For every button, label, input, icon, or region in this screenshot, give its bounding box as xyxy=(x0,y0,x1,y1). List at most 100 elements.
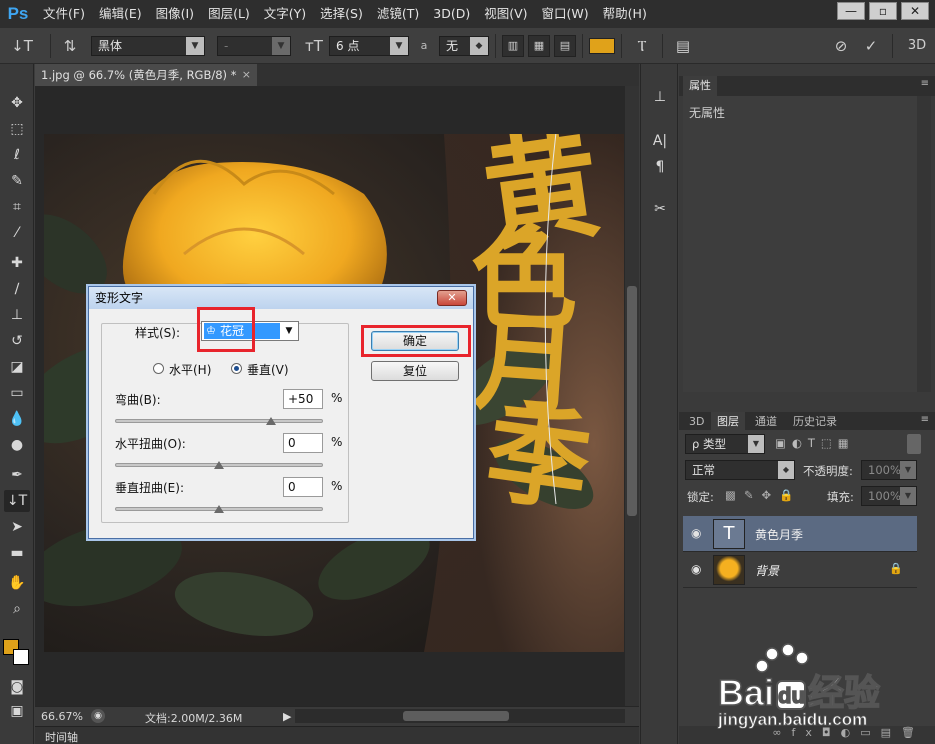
layer-filter-select[interactable]: ρ 类型 ▼ xyxy=(685,434,765,454)
close-window-button[interactable]: ✕ xyxy=(901,2,929,20)
eye-icon[interactable]: ◉ xyxy=(691,526,701,540)
dialog-close-button[interactable]: ✕ xyxy=(437,290,467,306)
font-style-select[interactable]: - ▼ xyxy=(217,35,291,56)
font-family-select[interactable]: 黑体 ▼ xyxy=(91,35,205,56)
tab-properties[interactable]: 属性 xyxy=(683,76,717,96)
quick-select-tool-icon[interactable]: ✎ xyxy=(4,170,30,192)
panel-menu-icon[interactable]: ≡ xyxy=(921,414,929,425)
timeline-bar[interactable]: 时间轴 xyxy=(35,726,639,744)
character-panel-icon[interactable]: ▤ xyxy=(669,37,697,55)
menu-view[interactable]: 视图(V) xyxy=(477,0,534,28)
brush-tool-icon[interactable]: ∕ xyxy=(4,278,30,300)
blur-tool-icon[interactable]: 💧 xyxy=(4,408,30,430)
menu-type[interactable]: 文字(Y) xyxy=(257,0,313,28)
menu-window[interactable]: 窗口(W) xyxy=(535,0,596,28)
lock-icons[interactable]: ▩✎✥🔒 xyxy=(725,488,801,502)
menu-filter[interactable]: 滤镜(T) xyxy=(370,0,426,28)
layer-name[interactable]: 黄色月季 xyxy=(755,526,803,543)
quick-mask-icon[interactable]: ◙ xyxy=(4,676,30,698)
vertical-type-tool-icon[interactable]: ↓T xyxy=(0,37,44,55)
vertical-scrollbar[interactable] xyxy=(625,86,639,706)
tab-channels[interactable]: 通道 xyxy=(749,412,783,432)
opacity-field[interactable]: 100% ▼ xyxy=(861,460,917,480)
character-panel-icon[interactable]: A| xyxy=(649,130,671,152)
vertical-type-tool-icon[interactable]: ↓T xyxy=(4,490,30,512)
du-paw-icon: du xyxy=(776,680,807,711)
play-icon[interactable]: ▶ xyxy=(283,710,291,723)
horizontal-distortion-thumb[interactable] xyxy=(214,461,224,469)
menu-select[interactable]: 选择(S) xyxy=(313,0,370,28)
zoom-tool-icon[interactable]: ⌕ xyxy=(4,598,30,620)
eye-icon[interactable]: ◉ xyxy=(691,562,701,576)
layer-row[interactable]: ◉ 背景 🔒 xyxy=(683,552,917,588)
commit-check-icon[interactable]: ✓ xyxy=(856,37,886,55)
tab-3d[interactable]: 3D xyxy=(683,412,710,432)
align-top-button[interactable]: ▥ xyxy=(502,34,524,57)
shape-tool-icon[interactable]: ▬ xyxy=(4,542,30,564)
history-brush-icon[interactable]: ↺ xyxy=(4,330,30,352)
minimize-button[interactable]: — xyxy=(837,2,865,20)
layer-name[interactable]: 背景 xyxy=(755,562,779,579)
menu-image[interactable]: 图像(I) xyxy=(149,0,201,28)
eyedropper-tool-icon[interactable]: ⁄ xyxy=(4,222,30,244)
path-select-tool-icon[interactable]: ➤ xyxy=(4,516,30,538)
align-center-button[interactable]: ▦ xyxy=(528,34,550,57)
cancel-icon[interactable]: ⊘ xyxy=(826,37,856,55)
vertical-distortion-field[interactable]: 0 xyxy=(283,477,323,497)
3d-button[interactable]: 3D xyxy=(899,38,935,53)
chevron-updown-icon: ◆ xyxy=(470,36,488,55)
stamp-panel-icon[interactable]: ⊥ xyxy=(649,86,671,108)
horizontal-radio[interactable] xyxy=(153,363,164,374)
properties-scrollbar[interactable] xyxy=(917,96,931,392)
background-color-swatch[interactable] xyxy=(13,649,29,665)
fill-field[interactable]: 100% ▼ xyxy=(861,486,917,506)
pen-tool-icon[interactable]: ✒ xyxy=(4,464,30,486)
horizontal-scrollbar[interactable] xyxy=(295,709,625,723)
horizontal-distortion-field[interactable]: 0 xyxy=(283,433,323,453)
scrollbar-thumb[interactable] xyxy=(627,286,637,516)
toggle-orientation-icon[interactable]: ⇅ xyxy=(57,37,83,55)
close-tab-icon[interactable]: × xyxy=(242,64,251,86)
crop-tool-icon[interactable]: ⌗ xyxy=(4,196,30,218)
document-tab[interactable]: 1.jpg @ 66.7% (黄色月季, RGB/8) * × xyxy=(35,64,257,86)
layer-filter-icons[interactable]: ▣◐T⬚▦ xyxy=(775,436,855,450)
eraser-tool-icon[interactable]: ◪ xyxy=(4,356,30,378)
bend-field[interactable]: +50 xyxy=(283,389,323,409)
tools-preset-icon[interactable]: ✂ xyxy=(649,198,671,220)
reset-button[interactable]: 复位 xyxy=(371,361,459,381)
healing-brush-icon[interactable]: ✚ xyxy=(4,252,30,274)
lasso-tool-icon[interactable]: ℓ xyxy=(4,144,30,166)
warp-text-icon[interactable]: Ⲧ xyxy=(628,37,656,55)
align-bottom-button[interactable]: ▤ xyxy=(554,34,576,57)
panel-menu-icon[interactable]: ≡ xyxy=(921,78,929,89)
blend-mode-select[interactable]: 正常 ◆ xyxy=(685,460,795,480)
layer-row[interactable]: ◉ T 黄色月季 xyxy=(683,516,917,552)
vertical-radio[interactable] xyxy=(231,363,242,374)
move-tool-icon[interactable]: ✥ xyxy=(4,92,30,114)
tab-layers[interactable]: 图层 xyxy=(711,412,745,432)
marquee-tool-icon[interactable]: ⬚ xyxy=(4,118,30,140)
screen-mode-icon[interactable]: ▣ xyxy=(4,700,30,722)
tab-history[interactable]: 历史记录 xyxy=(787,412,843,432)
hand-tool-icon[interactable]: ✋ xyxy=(4,572,30,594)
menu-edit[interactable]: 编辑(E) xyxy=(92,0,149,28)
maximize-button[interactable]: ▫ xyxy=(869,2,897,20)
menu-help[interactable]: 帮助(H) xyxy=(596,0,654,28)
gradient-tool-icon[interactable]: ▭ xyxy=(4,382,30,404)
text-color-swatch[interactable] xyxy=(589,37,615,54)
bend-slider-thumb[interactable] xyxy=(266,417,276,425)
font-size-select[interactable]: 6 点 ▼ xyxy=(329,35,409,56)
bend-slider[interactable] xyxy=(115,419,323,423)
filter-toggle[interactable] xyxy=(907,434,921,454)
vertical-distortion-thumb[interactable] xyxy=(214,505,224,513)
menu-layer[interactable]: 图层(L) xyxy=(201,0,257,28)
scrollbar-thumb[interactable] xyxy=(403,711,509,721)
antialias-select[interactable]: 无 ◆ xyxy=(439,35,489,56)
menu-file[interactable]: 文件(F) xyxy=(36,0,92,28)
stamp-tool-icon[interactable]: ⊥ xyxy=(4,304,30,326)
dodge-tool-icon[interactable]: ● xyxy=(4,434,30,456)
paragraph-panel-icon[interactable]: ¶ xyxy=(649,156,671,178)
menu-3d[interactable]: 3D(D) xyxy=(426,0,477,28)
status-icon[interactable]: ◉ xyxy=(91,709,105,723)
zoom-level[interactable]: 66.67% xyxy=(41,710,83,723)
